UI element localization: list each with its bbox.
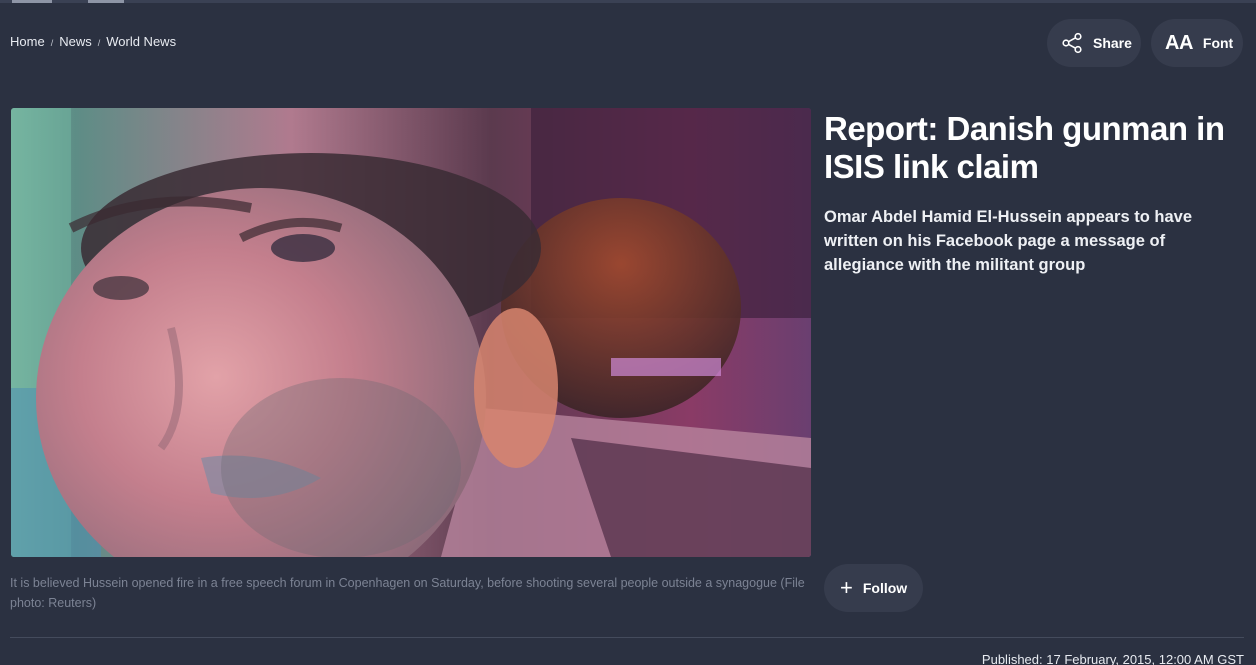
font-size-icon: AA xyxy=(1165,31,1193,54)
top-rule xyxy=(0,0,1256,3)
breadcrumb-separator: / xyxy=(97,37,101,48)
follow-button[interactable]: + Follow xyxy=(824,564,923,612)
breadcrumb-home[interactable]: Home xyxy=(10,34,45,49)
published-date: Published: 17 February, 2015, 12:00 AM G… xyxy=(981,652,1244,665)
breadcrumb: Home / News / World News xyxy=(10,34,176,49)
font-size-button[interactable]: AA Font xyxy=(1151,19,1243,67)
top-tab-indicator[interactable] xyxy=(88,0,124,3)
plus-icon: + xyxy=(840,575,853,600)
share-icon xyxy=(1061,32,1083,54)
image-caption: It is believed Hussein opened fire in a … xyxy=(10,576,805,610)
divider xyxy=(10,637,1244,638)
breadcrumb-world-news[interactable]: World News xyxy=(106,34,176,49)
breadcrumb-news[interactable]: News xyxy=(59,34,92,49)
top-tab-indicator[interactable] xyxy=(12,0,52,3)
share-button[interactable]: Share xyxy=(1047,19,1141,67)
follow-label: Follow xyxy=(862,580,908,596)
article-hero-image xyxy=(11,108,811,557)
article-summary: Omar Abdel Hamid El-Hussein appears to h… xyxy=(824,208,1192,274)
breadcrumb-separator: / xyxy=(50,37,54,48)
font-label: Font xyxy=(1202,35,1234,51)
share-label: Share xyxy=(1093,35,1132,51)
article-headline: Report: Danish gunman in ISIS link claim xyxy=(824,110,1225,185)
